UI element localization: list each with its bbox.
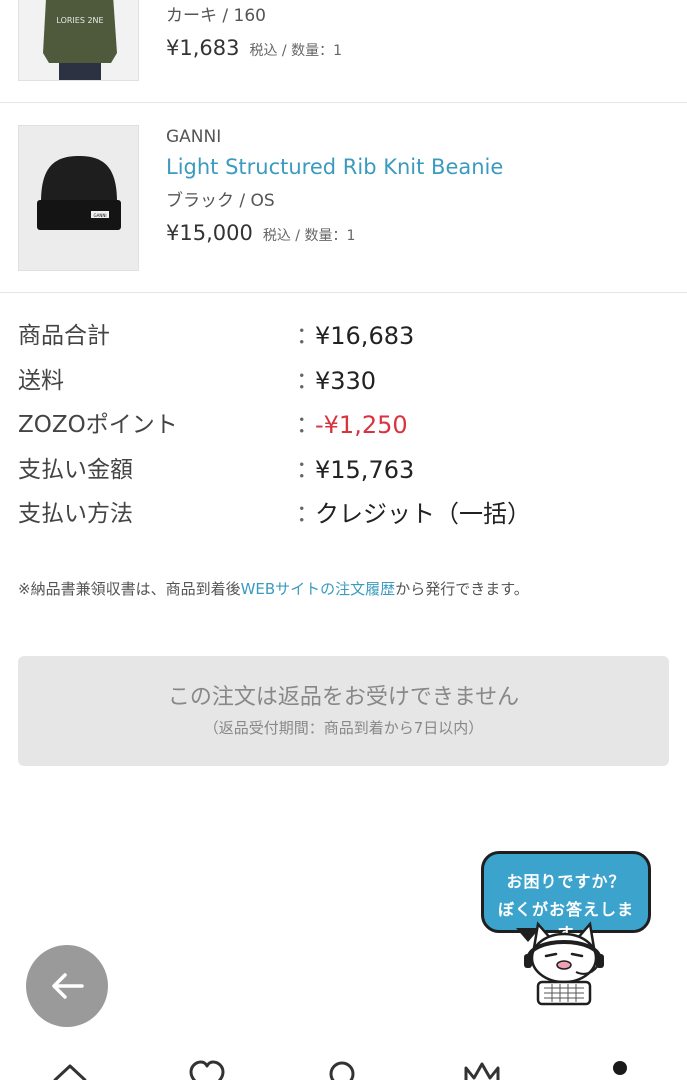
back-button[interactable] xyxy=(26,945,108,1027)
cat-mascot-icon xyxy=(524,921,604,1006)
summary-row-total: 支払い金額 ： ¥15,763 xyxy=(18,448,668,493)
summary-value: クレジット（一括） xyxy=(315,500,531,528)
order-history-link[interactable]: WEBサイトの注文履歴 xyxy=(241,580,396,598)
beanie-label-text: GANNI xyxy=(94,213,107,218)
item-price: ¥15,000 xyxy=(166,221,253,245)
tab-search[interactable] xyxy=(322,1058,362,1080)
summary-label: 商品合計 xyxy=(18,323,110,349)
home-icon xyxy=(53,1064,87,1080)
receipt-note: ※納品書兼領収書は、商品到着後WEBサイトの注文履歴から発行できます。 xyxy=(18,578,678,600)
item-variant: カーキ / 160 xyxy=(166,6,266,26)
item-tax-qty: 税込 / 数量：1 xyxy=(262,228,356,244)
item-name-link[interactable]: Light Structured Rib Knit Beanie xyxy=(166,149,667,185)
summary-value-discount: -¥1,250 xyxy=(315,411,408,439)
tab-favorites[interactable] xyxy=(187,1058,227,1080)
item-brand[interactable]: GANNI xyxy=(166,125,667,149)
return-unavailable-button: この注文は返品をお受けできません （返品受付期間：商品到着から7日以内） xyxy=(18,656,669,766)
sweater-image: LORIES 2NE xyxy=(19,0,138,80)
note-prefix: ※納品書兼領収書は、商品到着後 xyxy=(18,580,241,598)
item-price: ¥1,683 xyxy=(166,36,240,60)
item-variant: ブラック / OS xyxy=(166,191,275,211)
user-icon xyxy=(613,1061,627,1075)
bottom-tab-bar xyxy=(0,1046,687,1080)
return-notice-sub: （返品受付期間：商品到着から7日以内） xyxy=(203,719,484,737)
summary-row-points: ZOZOポイント ： -¥1,250 xyxy=(18,403,668,448)
crown-icon xyxy=(464,1062,500,1080)
heart-icon xyxy=(189,1060,225,1080)
help-text-line1: お困りですか？ xyxy=(506,872,626,891)
summary-value: ¥330 xyxy=(315,366,377,395)
summary-row-shipping: 送料 ： ¥330 xyxy=(18,359,668,404)
order-item: LORIES 2NE カーキ / 160 ¥1,683 税込 / 数量：1 xyxy=(0,0,687,103)
arrow-left-icon xyxy=(52,973,84,999)
beanie-image: GANNI xyxy=(19,126,138,270)
summary-row-subtotal: 商品合計 ： ¥16,683 xyxy=(18,314,668,359)
sweater-print-text: LORIES 2NE xyxy=(56,16,103,25)
summary-row-payment: 支払い方法 ： クレジット（一括） xyxy=(18,492,668,537)
tab-ranking[interactable] xyxy=(462,1058,502,1080)
tab-mypage[interactable] xyxy=(600,1058,640,1080)
return-notice-main: この注文は返品をお受けできません xyxy=(167,685,520,710)
summary-value: ¥15,763 xyxy=(315,455,415,484)
summary-label: 支払い金額 xyxy=(18,456,133,483)
product-thumbnail[interactable]: GANNI xyxy=(18,125,139,271)
tab-home[interactable] xyxy=(50,1058,90,1080)
note-suffix: から発行できます。 xyxy=(395,580,529,598)
summary-value: ¥16,683 xyxy=(315,322,415,350)
order-item: GANNI GANNI Light Structured Rib Knit Be… xyxy=(0,103,687,293)
order-summary: 商品合計 ： ¥16,683 送料 ： ¥330 ZOZOポイント ： -¥1,… xyxy=(18,314,668,537)
search-icon xyxy=(329,1061,355,1080)
chat-help-widget[interactable]: お困りですか？ ぼくがお答えします xyxy=(478,848,654,1010)
item-tax-qty: 税込 / 数量：1 xyxy=(249,43,343,59)
summary-label: 送料 xyxy=(18,367,64,394)
summary-label: 支払い方法 xyxy=(18,501,133,527)
summary-label: ZOZOポイント xyxy=(18,412,178,438)
product-thumbnail[interactable]: LORIES 2NE xyxy=(18,0,139,81)
